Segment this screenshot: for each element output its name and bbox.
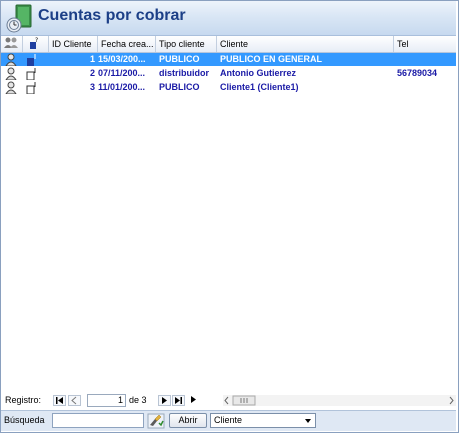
cell-id: 3 xyxy=(89,82,95,92)
new-record-button[interactable] xyxy=(187,395,200,406)
column-header-cliente[interactable]: Cliente xyxy=(217,36,394,52)
search-input[interactable] xyxy=(52,413,144,428)
record-count: de 3 xyxy=(129,395,147,405)
search-field-value: Cliente xyxy=(214,415,243,425)
cell-tipo: distribuidor xyxy=(159,68,209,78)
column-header-fecha[interactable]: Fecha crea... xyxy=(98,36,156,52)
next-record-button[interactable] xyxy=(158,395,171,406)
person-icon xyxy=(5,81,17,94)
search-field-select[interactable]: Cliente xyxy=(210,413,316,428)
previous-icon xyxy=(71,396,77,405)
cell-tipo: PUBLICO xyxy=(159,82,200,92)
cell-cliente: PUBLICO EN GENERAL xyxy=(220,54,323,64)
previous-record-button[interactable] xyxy=(68,395,81,406)
cell-tel xyxy=(397,53,455,66)
page-title: Cuentas por cobrar xyxy=(38,7,186,24)
column-header-id[interactable]: ID Cliente xyxy=(49,36,98,52)
last-icon xyxy=(175,397,182,404)
cell-cliente: Antonio Gutierrez xyxy=(220,68,296,78)
cell-cliente: Cliente1 (Cliente1) xyxy=(220,82,299,92)
column-header-tel[interactable]: Tel xyxy=(394,36,456,52)
table-row[interactable]: 1 15/03/200... PUBLICO PUBLICO EN GENERA… xyxy=(1,53,456,66)
open-button[interactable]: Abrir xyxy=(169,413,207,428)
cell-id: 2 xyxy=(89,68,95,78)
table-row[interactable]: 2 07/11/200... distribuidor Antonio Guti… xyxy=(1,67,456,80)
horizontal-scrollbar[interactable] xyxy=(223,395,456,406)
current-record-input[interactable]: 1 xyxy=(87,394,126,407)
person-icon xyxy=(5,67,17,80)
accounts-receivable-icon xyxy=(6,4,32,33)
record-navigator: Registro: 1 de 3 xyxy=(1,392,456,409)
cell-fecha: 11/01/200... xyxy=(98,82,146,92)
cell-tipo: PUBLICO xyxy=(159,54,200,64)
cell-tel: 56789034 xyxy=(397,68,438,78)
cell-fecha: 07/11/200... xyxy=(98,68,146,78)
select-all-header[interactable] xyxy=(1,36,23,52)
search-label: Búsqueda xyxy=(4,415,45,425)
new-record-icon xyxy=(191,396,196,403)
record-icon xyxy=(27,54,36,66)
last-record-button[interactable] xyxy=(172,395,185,406)
first-record-button[interactable] xyxy=(53,395,66,406)
cell-id: 1 xyxy=(89,54,95,64)
cell-fecha: 15/03/200... xyxy=(98,54,146,64)
next-icon xyxy=(162,397,167,404)
people-icon xyxy=(4,37,18,48)
record-icon xyxy=(26,68,36,80)
person-icon xyxy=(5,53,17,66)
sort-icon: ? xyxy=(30,37,38,49)
chevron-down-icon xyxy=(305,419,311,423)
sort-header[interactable]: ? xyxy=(23,36,49,52)
cell-tel xyxy=(397,81,455,94)
search-tool-icon[interactable] xyxy=(147,412,165,429)
record-icon xyxy=(26,82,36,94)
grid-header: ? ID Cliente Fecha crea... Tipo cliente … xyxy=(1,36,456,53)
svg-text:?: ? xyxy=(35,37,38,44)
first-icon xyxy=(56,397,63,404)
form-header: Cuentas por cobrar xyxy=(1,1,456,36)
record-label: Registro: xyxy=(5,395,42,405)
search-bar: Búsqueda Abrir Cliente xyxy=(1,410,456,431)
table-row[interactable]: 3 11/01/200... PUBLICO Cliente1 (Cliente… xyxy=(1,81,456,94)
column-header-tipo[interactable]: Tipo cliente xyxy=(156,36,217,52)
